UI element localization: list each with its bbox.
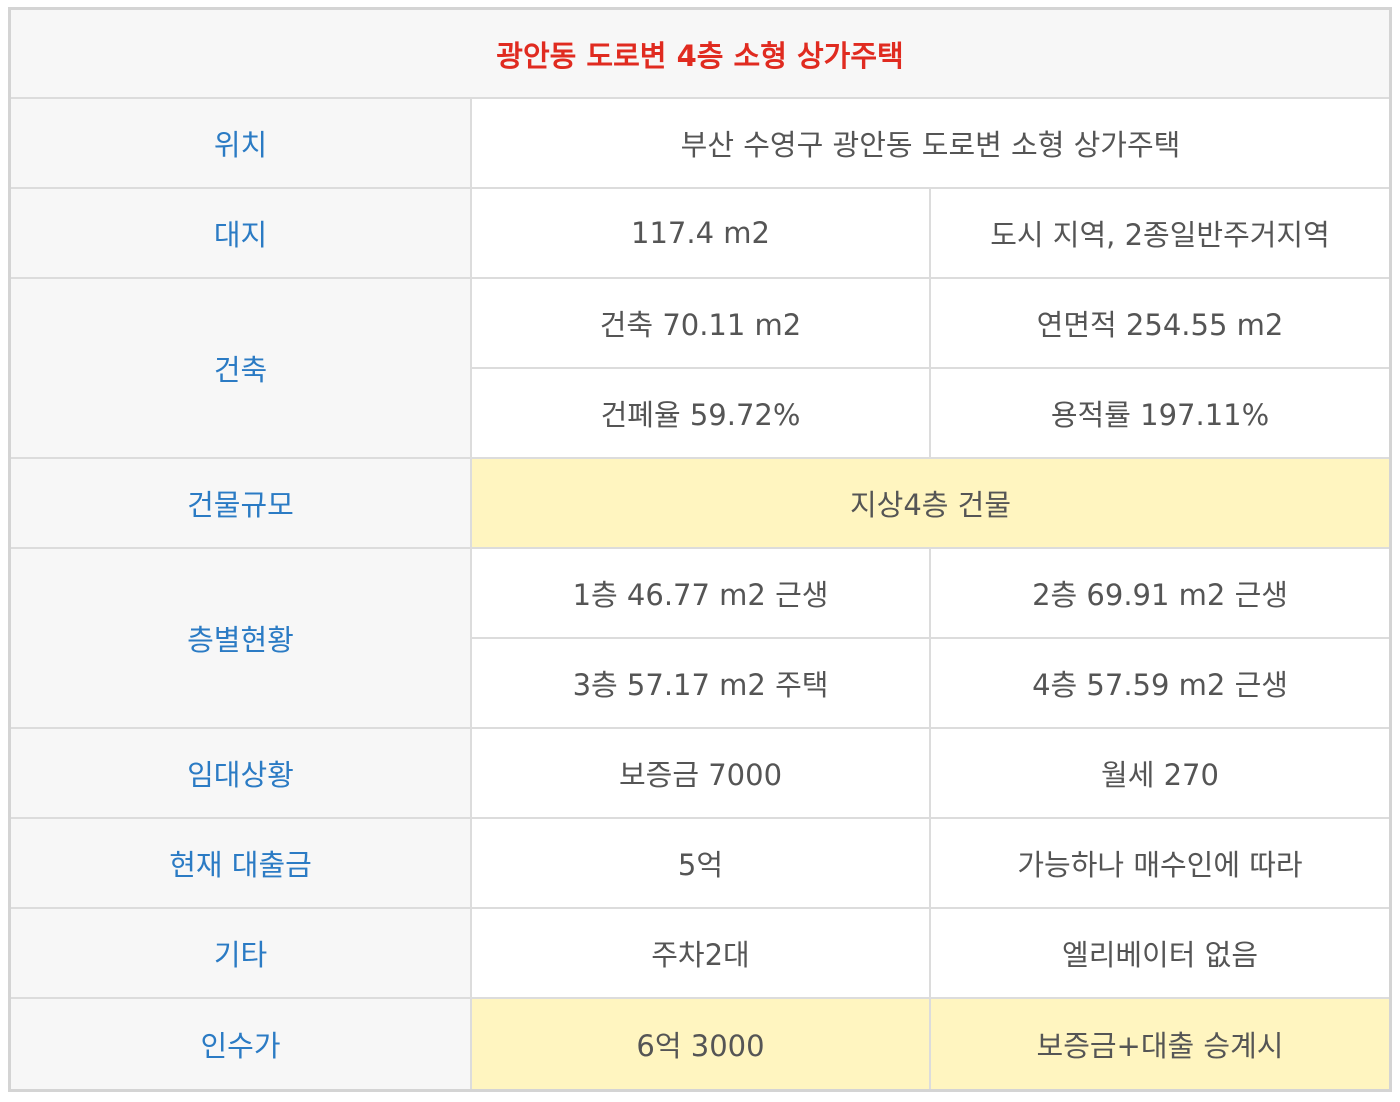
floor-area-ratio: 용적률 197.11%	[928, 367, 1390, 459]
property-info-frame: 광안동 도로변 4층 소형 상가주택 위치 부산 수영구 광안동 도로변 소형 …	[8, 7, 1392, 1092]
land-label: 대지	[11, 187, 472, 279]
lease-row: 임대상황 보증금 7000 월세 270	[11, 727, 1390, 819]
scale-value: 지상4층 건물	[469, 457, 1390, 549]
floor-2-status: 2층 69.91 m2 근생	[928, 547, 1390, 639]
location-label: 위치	[11, 97, 472, 189]
takeover-condition: 보증금+대출 승계시	[928, 997, 1390, 1089]
loan-note: 가능하나 매수인에 따라	[928, 817, 1390, 909]
lease-monthly-rent: 월세 270	[928, 727, 1390, 819]
land-area: 117.4 m2	[470, 187, 931, 279]
building-row-1: 건축 건축 70.11 m2 연면적 254.55 m2	[11, 277, 1390, 459]
total-floor-area: 연면적 254.55 m2	[928, 277, 1390, 369]
floors-row-1: 층별현황 1층 46.77 m2 근생 2층 69.91 m2 근생	[11, 547, 1390, 729]
etc-label: 기타	[11, 907, 472, 999]
location-value: 부산 수영구 광안동 도로변 소형 상가주택	[469, 97, 1390, 189]
etc-row: 기타 주차2대 엘리베이터 없음	[11, 907, 1390, 999]
etc-parking: 주차2대	[470, 907, 931, 999]
table-title: 광안동 도로변 4층 소형 상가주택	[11, 10, 1390, 99]
land-row: 대지 117.4 m2 도시 지역, 2종일반주거지역	[11, 187, 1390, 279]
title-row: 광안동 도로변 4층 소형 상가주택	[11, 10, 1390, 99]
loan-label: 현재 대출금	[11, 817, 472, 909]
takeover-row: 인수가 6억 3000 보증금+대출 승계시	[11, 997, 1390, 1089]
lease-deposit: 보증금 7000	[470, 727, 931, 819]
floor-1-status: 1층 46.77 m2 근생	[470, 547, 931, 639]
floors-label: 층별현황	[11, 547, 472, 729]
loan-amount: 5억	[470, 817, 931, 909]
property-info-table: 광안동 도로변 4층 소형 상가주택 위치 부산 수영구 광안동 도로변 소형 …	[11, 10, 1390, 1089]
etc-elevator: 엘리베이터 없음	[928, 907, 1390, 999]
location-row: 위치 부산 수영구 광안동 도로변 소형 상가주택	[11, 97, 1390, 189]
lease-label: 임대상황	[11, 727, 472, 819]
floor-4-status: 4층 57.59 m2 근생	[928, 637, 1390, 729]
takeover-price: 6억 3000	[470, 997, 931, 1089]
scale-label: 건물규모	[11, 457, 472, 549]
building-label: 건축	[11, 277, 472, 459]
scale-row: 건물규모 지상4층 건물	[11, 457, 1390, 549]
building-area: 건축 70.11 m2	[470, 277, 931, 369]
loan-row: 현재 대출금 5억 가능하나 매수인에 따라	[11, 817, 1390, 909]
land-zone: 도시 지역, 2종일반주거지역	[928, 187, 1390, 279]
coverage-ratio: 건폐율 59.72%	[471, 367, 931, 459]
takeover-label: 인수가	[11, 997, 472, 1089]
floor-3-status: 3층 57.17 m2 주택	[471, 637, 931, 729]
